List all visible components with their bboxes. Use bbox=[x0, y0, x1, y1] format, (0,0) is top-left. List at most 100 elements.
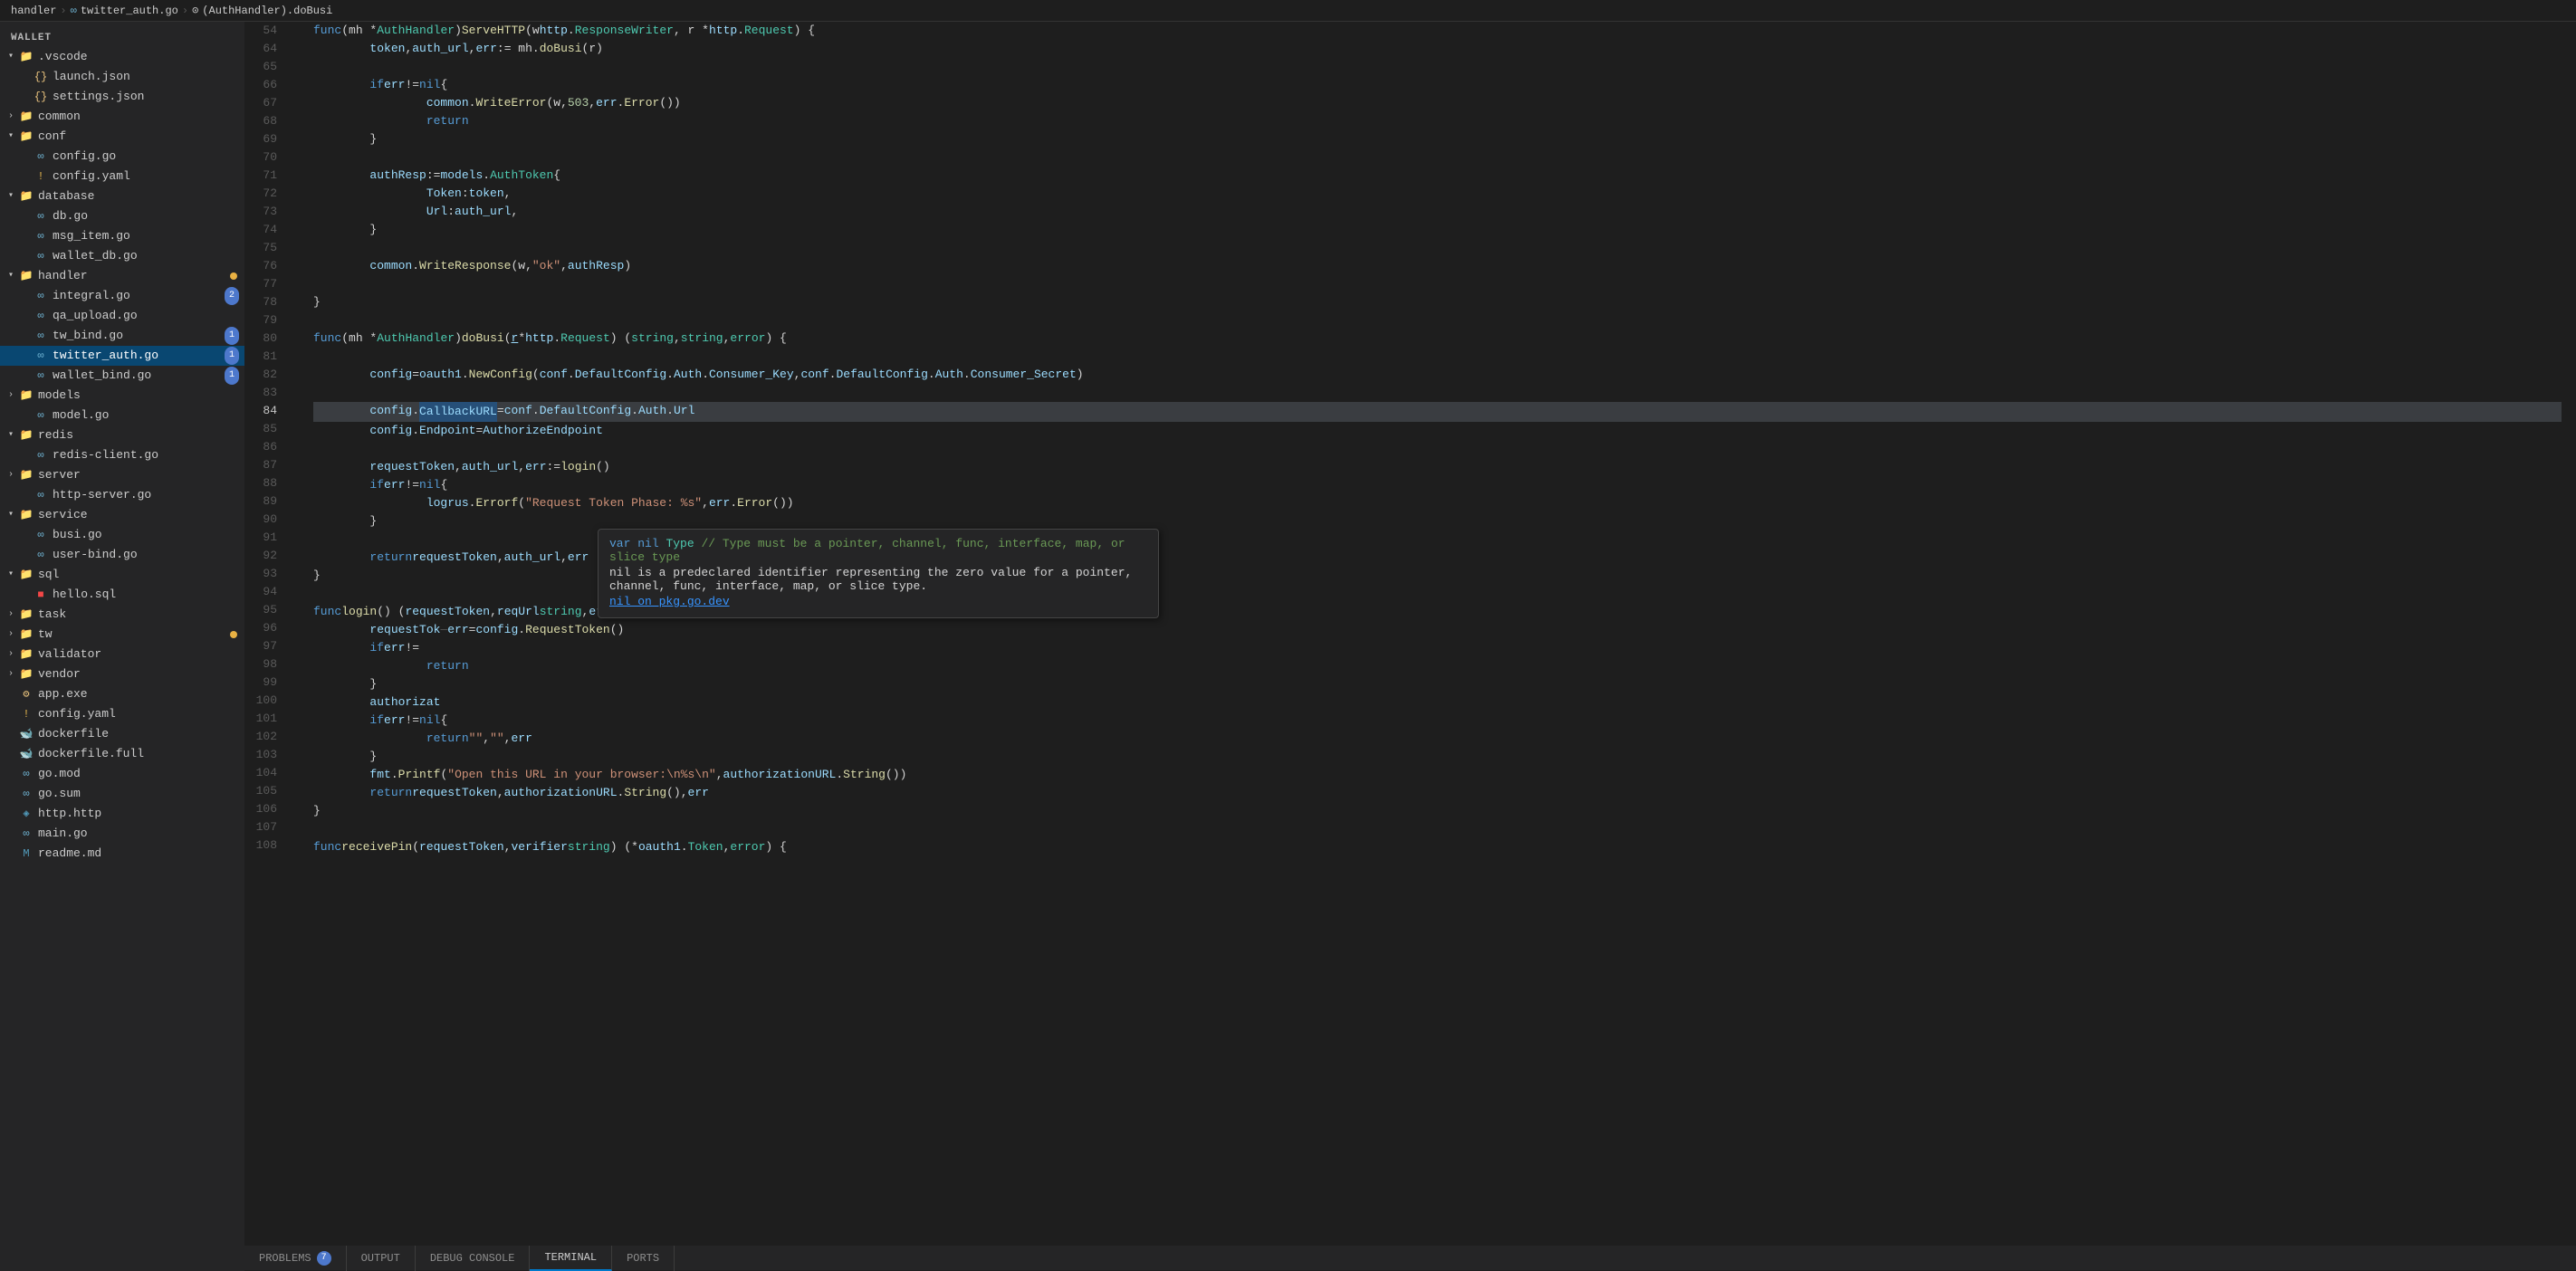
breadcrumb-bar: handler › ∞ twitter_auth.go › ⊙ (AuthHan… bbox=[0, 0, 2576, 22]
breadcrumb-symbol-icon: ⊙ bbox=[192, 4, 198, 17]
sidebar-item-http-http[interactable]: ◈ http.http bbox=[0, 804, 244, 824]
sidebar-item-conf[interactable]: ▾ 📁 conf bbox=[0, 127, 244, 147]
sidebar-item-redis[interactable]: ▾ 📁 redis bbox=[0, 425, 244, 445]
sidebar-item-go-sum[interactable]: ∞ go.sum bbox=[0, 784, 244, 804]
code-line-100: authorizat bbox=[313, 693, 2562, 712]
sidebar-item-hello-sql[interactable]: ■ hello.sql bbox=[0, 585, 244, 605]
sidebar-item-tw-bind-go[interactable]: ∞ tw_bind.go 1 bbox=[0, 326, 244, 346]
breadcrumb-symbol[interactable]: (AuthHandler).doBusi bbox=[202, 5, 332, 17]
sidebar-item-validator[interactable]: › 📁 validator bbox=[0, 645, 244, 664]
folder-icon: 📁 bbox=[18, 606, 34, 624]
modified-dot bbox=[230, 631, 237, 638]
code-line-96: requestTok— err = config.RequestToken() bbox=[313, 621, 2562, 639]
sidebar-item-model-go[interactable]: ∞ model.go bbox=[0, 406, 244, 425]
code-line-105: return requestToken, authorizationURL.St… bbox=[313, 784, 2562, 802]
tab-terminal[interactable]: TERMINAL bbox=[530, 1246, 612, 1271]
code-line-64: token, auth_url, err := mh.doBusi(r) bbox=[313, 40, 2562, 58]
code-line-69: } bbox=[313, 130, 2562, 148]
chevron-right-icon: › bbox=[4, 108, 18, 126]
go-icon: ∞ bbox=[33, 227, 49, 245]
sidebar-item-app-exe[interactable]: ⚙ app.exe bbox=[0, 684, 244, 704]
go-icon: ∞ bbox=[33, 307, 49, 325]
line-numbers: 54 64 65 66 67 68 69 70 71 72 73 74 75 7… bbox=[244, 22, 299, 1246]
code-line-74: } bbox=[313, 221, 2562, 239]
sidebar-item-common[interactable]: › 📁 common bbox=[0, 107, 244, 127]
chevron-down-icon: ▾ bbox=[4, 506, 18, 524]
sidebar-item-wallet-bind-go[interactable]: ∞ wallet_bind.go 1 bbox=[0, 366, 244, 386]
sidebar-item-launch-json[interactable]: {} launch.json bbox=[0, 67, 244, 87]
code-container[interactable]: 54 64 65 66 67 68 69 70 71 72 73 74 75 7… bbox=[244, 22, 2576, 1246]
md-icon: M bbox=[18, 845, 34, 863]
code-line-77 bbox=[313, 275, 2562, 293]
code-line-89: logrus.Errorf("Request Token Phase: %s",… bbox=[313, 494, 2562, 512]
badge-count: 1 bbox=[225, 347, 239, 365]
problems-badge: 7 bbox=[317, 1251, 331, 1266]
sidebar-item-msg-item-go[interactable]: ∞ msg_item.go bbox=[0, 226, 244, 246]
code-line-79 bbox=[313, 311, 2562, 330]
code-line-82: config = oauth1.NewConfig(conf.DefaultCo… bbox=[313, 366, 2562, 384]
tab-debug-console[interactable]: DEBUG CONSOLE bbox=[416, 1246, 531, 1271]
sidebar-item-redis-client-go[interactable]: ∞ redis-client.go bbox=[0, 445, 244, 465]
sidebar-item-handler[interactable]: ▾ 📁 handler bbox=[0, 266, 244, 286]
sidebar-item-dockerfile[interactable]: 🐋 dockerfile bbox=[0, 724, 244, 744]
tooltip-line-3[interactable]: nil on pkg.go.dev bbox=[609, 595, 1147, 608]
sidebar-item-service[interactable]: ▾ 📁 service bbox=[0, 505, 244, 525]
tooltip-popup: var nil Type // Type must be a pointer, … bbox=[598, 529, 1159, 618]
docker-icon: 🐋 bbox=[18, 725, 34, 743]
sidebar-item-integral-go[interactable]: ∞ integral.go 2 bbox=[0, 286, 244, 306]
sidebar-item-database[interactable]: ▾ 📁 database bbox=[0, 186, 244, 206]
exe-icon: ⚙ bbox=[18, 685, 34, 703]
tab-output[interactable]: OUTPUT bbox=[347, 1246, 416, 1271]
breadcrumb-file[interactable]: twitter_auth.go bbox=[81, 5, 178, 17]
badge-count: 2 bbox=[225, 287, 239, 305]
code-editor[interactable]: func (mh *AuthHandler) ServeHTTP(w http.… bbox=[299, 22, 2576, 1246]
breadcrumb-handler[interactable]: handler bbox=[11, 5, 56, 17]
sidebar-item-task[interactable]: › 📁 task bbox=[0, 605, 244, 625]
sidebar-item-readme-md[interactable]: M readme.md bbox=[0, 844, 244, 864]
sidebar-item-main-go[interactable]: ∞ main.go bbox=[0, 824, 244, 844]
tooltip-link[interactable]: nil on pkg.go.dev bbox=[609, 595, 730, 608]
sidebar-item-user-bind-go[interactable]: ∞ user-bind.go bbox=[0, 545, 244, 565]
chevron-down-icon: ▾ bbox=[4, 267, 18, 285]
sidebar-item-qa-upload-go[interactable]: ∞ qa_upload.go bbox=[0, 306, 244, 326]
sql-icon: ■ bbox=[33, 586, 49, 604]
go-icon: ∞ bbox=[33, 546, 49, 564]
code-line-87: requestToken, auth_url, err := login() bbox=[313, 458, 2562, 476]
chevron-down-icon: ▾ bbox=[4, 48, 18, 66]
folder-icon: 📁 bbox=[18, 48, 34, 66]
folder-icon: 📁 bbox=[18, 566, 34, 584]
sidebar-item-http-server-go[interactable]: ∞ http-server.go bbox=[0, 485, 244, 505]
sidebar-item-twitter-auth-go[interactable]: ∞ twitter_auth.go 1 bbox=[0, 346, 244, 366]
go-icon: ∞ bbox=[33, 367, 49, 385]
sidebar-item-config-yaml[interactable]: ! config.yaml bbox=[0, 167, 244, 186]
tab-ports[interactable]: PORTS bbox=[612, 1246, 675, 1271]
json-icon: {} bbox=[33, 68, 49, 86]
sidebar-item-db-go[interactable]: ∞ db.go bbox=[0, 206, 244, 226]
sidebar-item-busi-go[interactable]: ∞ busi.go bbox=[0, 525, 244, 545]
code-line-85: config.Endpoint = AuthorizeEndpoint bbox=[313, 422, 2562, 440]
sidebar-item-settings-json[interactable]: {} settings.json bbox=[0, 87, 244, 107]
go-icon: ∞ bbox=[33, 327, 49, 345]
sidebar-item-config-yaml2[interactable]: ! config.yaml bbox=[0, 704, 244, 724]
code-line-71: authResp := models.AuthToken{ bbox=[313, 167, 2562, 185]
sidebar-item-vendor[interactable]: › 📁 vendor bbox=[0, 664, 244, 684]
sidebar-item-wallet-db-go[interactable]: ∞ wallet_db.go bbox=[0, 246, 244, 266]
sidebar-item-config-go[interactable]: ∞ config.go bbox=[0, 147, 244, 167]
bottom-tabs: PROBLEMS 7 OUTPUT DEBUG CONSOLE TERMINAL… bbox=[244, 1246, 2576, 1271]
sidebar-item-models[interactable]: › 📁 models bbox=[0, 386, 244, 406]
sidebar-item-sql[interactable]: ▾ 📁 sql bbox=[0, 565, 244, 585]
chevron-down-icon: ▾ bbox=[4, 128, 18, 146]
sidebar-item-dockerfile-full[interactable]: 🐋 dockerfile.full bbox=[0, 744, 244, 764]
sidebar-item-tw[interactable]: › 📁 tw bbox=[0, 625, 244, 645]
code-line-73: Url: auth_url, bbox=[313, 203, 2562, 221]
chevron-right-icon: › bbox=[4, 665, 18, 683]
sidebar-item-server[interactable]: › 📁 server bbox=[0, 465, 244, 485]
go-icon: ∞ bbox=[18, 765, 34, 783]
tab-problems[interactable]: PROBLEMS 7 bbox=[244, 1246, 347, 1271]
sidebar-item-vscode[interactable]: ▾ 📁 .vscode bbox=[0, 47, 244, 67]
chevron-right-icon: › bbox=[4, 606, 18, 624]
code-line-72: Token: token, bbox=[313, 185, 2562, 203]
code-line-81 bbox=[313, 348, 2562, 366]
folder-icon: 📁 bbox=[18, 506, 34, 524]
sidebar-item-go-mod[interactable]: ∞ go.mod bbox=[0, 764, 244, 784]
